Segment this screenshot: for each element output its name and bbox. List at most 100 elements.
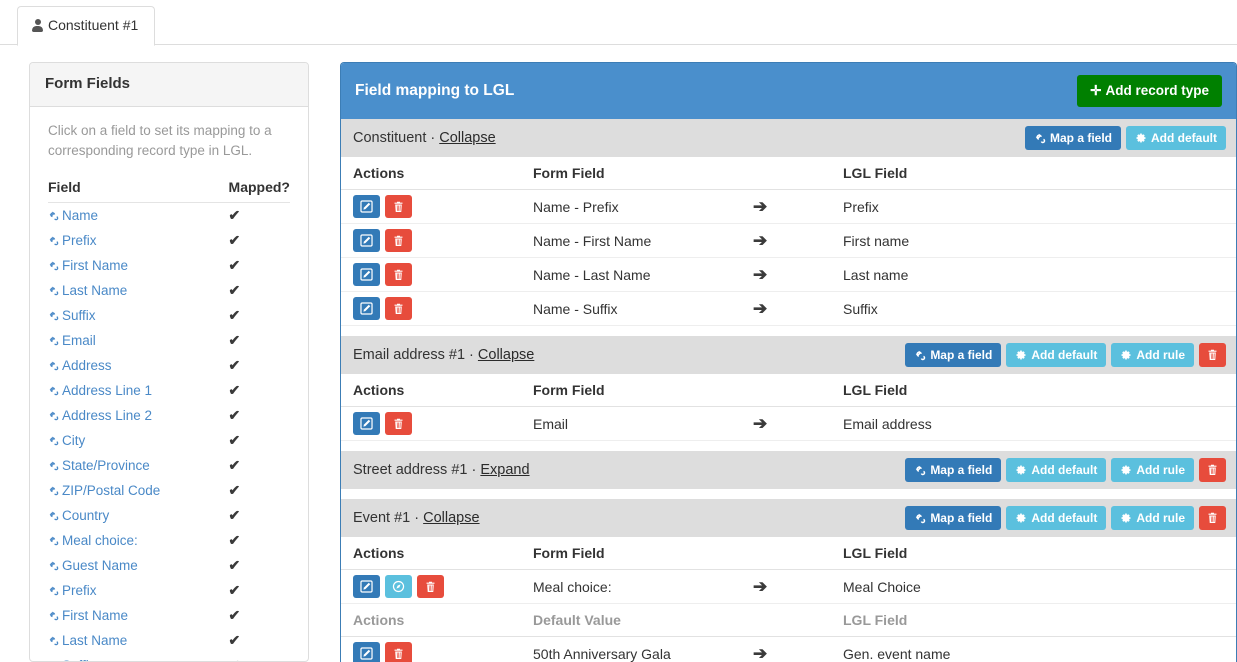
section-header: Constituent · CollapseMap a fieldAdd def… <box>341 119 1236 157</box>
delete-mapping-button[interactable] <box>385 195 412 218</box>
form-field-link[interactable]: Meal choice: <box>48 533 138 548</box>
add-rule-button[interactable]: Add rule <box>1111 458 1194 482</box>
section-toggle-link[interactable]: Collapse <box>478 347 534 363</box>
edit-mapping-button[interactable] <box>353 412 380 435</box>
map-a-field-button[interactable]: Map a field <box>905 506 1001 530</box>
form-field-link[interactable]: Prefix <box>48 233 97 248</box>
edit-mapping-button[interactable] <box>353 297 380 320</box>
form-field-value: Name - Last Name <box>521 258 741 292</box>
row-action-buttons <box>353 297 521 320</box>
add-default-button-label: Add default <box>1031 349 1097 361</box>
arrow-cell: ➔ <box>741 637 831 662</box>
section-toggle-link[interactable]: Collapse <box>423 510 479 526</box>
arrow-cell: ➔ <box>741 570 831 604</box>
table-row: Name - First Name➔First name <box>341 224 1236 258</box>
mapped-cell: ✔ <box>225 478 290 503</box>
form-field-cell: First Name <box>48 603 225 628</box>
map-a-field-button[interactable]: Map a field <box>905 458 1001 482</box>
edit-mapping-button[interactable] <box>353 229 380 252</box>
section-header: Email address #1 · CollapseMap a fieldAd… <box>341 336 1236 374</box>
form-field-row: First Name✔ <box>48 253 290 278</box>
chain-icon <box>48 560 59 573</box>
form-field-link[interactable]: Name <box>48 208 98 223</box>
chain-icon <box>48 360 59 373</box>
mapping-table-header-row: ActionsForm FieldLGL Field <box>341 374 1236 407</box>
form-field-cell: Suffix <box>48 303 225 328</box>
delete-mapping-button[interactable] <box>385 642 412 662</box>
column-header-field: Field <box>48 179 225 203</box>
map-a-field-icon <box>914 512 926 524</box>
edit-mapping-button[interactable] <box>353 575 380 598</box>
delete-section-button[interactable] <box>1199 343 1226 367</box>
add-default-button[interactable]: Add default <box>1126 126 1226 150</box>
form-field-link[interactable]: Suffix <box>48 308 96 323</box>
check-icon: ✔ <box>229 657 241 662</box>
section-toggle-link[interactable]: Expand <box>480 462 529 478</box>
delete-section-button[interactable] <box>1199 506 1226 530</box>
form-fields-table: Field Mapped? Name✔Prefix✔First Name✔Las… <box>48 179 290 662</box>
check-icon: ✔ <box>229 282 241 298</box>
edit-mapping-button[interactable] <box>353 195 380 218</box>
delete-mapping-button[interactable] <box>385 263 412 286</box>
form-field-link[interactable]: Email <box>48 333 96 348</box>
add-default-button[interactable]: Add default <box>1006 506 1106 530</box>
row-actions-cell <box>341 292 521 326</box>
mapped-cell: ✔ <box>225 403 290 428</box>
column-header-mapped: Mapped? <box>225 179 290 203</box>
edit-mapping-button[interactable] <box>353 263 380 286</box>
delete-mapping-button[interactable] <box>417 575 444 598</box>
mapped-cell: ✔ <box>225 653 290 662</box>
form-field-row: Country✔ <box>48 503 290 528</box>
add-rule-button[interactable]: Add rule <box>1111 343 1194 367</box>
form-field-link[interactable]: Country <box>48 508 109 523</box>
form-field-row: Prefix✔ <box>48 228 290 253</box>
row-action-buttons <box>353 195 521 218</box>
form-field-link[interactable]: Address <box>48 358 112 373</box>
section-toggle-link[interactable]: Collapse <box>439 130 495 146</box>
map-a-field-button-label: Map a field <box>930 512 992 524</box>
form-field-link[interactable]: Last Name <box>48 633 127 648</box>
map-a-field-button[interactable]: Map a field <box>1025 126 1121 150</box>
form-field-link[interactable]: First Name <box>48 258 128 273</box>
add-rule-button[interactable]: Add rule <box>1111 506 1194 530</box>
edit-mapping-button[interactable] <box>353 642 380 662</box>
form-field-link[interactable]: First Name <box>48 608 128 623</box>
section-separator: · <box>410 510 423 526</box>
form-field-cell: Prefix <box>48 228 225 253</box>
form-field-row: Last Name✔ <box>48 628 290 653</box>
mapped-cell: ✔ <box>225 578 290 603</box>
form-field-link[interactable]: Address Line 2 <box>48 408 152 423</box>
delete-mapping-button[interactable] <box>385 229 412 252</box>
form-field-link[interactable]: Suffix <box>48 658 96 662</box>
add-record-type-button[interactable]: ✛Add record type <box>1077 75 1222 107</box>
map-a-field-button[interactable]: Map a field <box>905 343 1001 367</box>
check-icon: ✔ <box>229 382 241 398</box>
form-field-label: Suffix <box>62 658 96 662</box>
delete-section-button[interactable] <box>1199 458 1226 482</box>
form-field-label: State/Province <box>62 458 150 473</box>
rule-mapping-button[interactable] <box>385 575 412 598</box>
chain-icon <box>48 260 59 273</box>
delete-mapping-button[interactable] <box>385 412 412 435</box>
form-field-link[interactable]: ZIP/Postal Code <box>48 483 160 498</box>
tab-constituent-1[interactable]: Constituent #1 <box>17 6 155 46</box>
add-default-button[interactable]: Add default <box>1006 458 1106 482</box>
delete-mapping-button[interactable] <box>385 297 412 320</box>
section-spacer <box>341 326 1236 336</box>
add-default-button[interactable]: Add default <box>1006 343 1106 367</box>
form-fields-hint: Click on a field to set its mapping to a… <box>48 121 290 161</box>
form-field-row: Last Name ✔ <box>48 278 290 303</box>
form-field-link[interactable]: Last Name <box>48 283 127 298</box>
map-a-field-icon <box>914 349 926 361</box>
form-field-link[interactable]: State/Province <box>48 458 150 473</box>
form-field-link[interactable]: Address Line 1 <box>48 383 152 398</box>
form-field-value: Meal choice: <box>521 570 741 604</box>
form-field-link[interactable]: Guest Name <box>48 558 138 573</box>
section-actions: Map a field Add default Add rule <box>905 506 1226 530</box>
form-field-link[interactable]: City <box>48 433 85 448</box>
add-rule-button-label: Add rule <box>1136 512 1185 524</box>
add-default-button-label: Add default <box>1031 512 1097 524</box>
mapping-section: Constituent · CollapseMap a fieldAdd def… <box>341 119 1236 326</box>
form-field-link[interactable]: Prefix <box>48 583 97 598</box>
column-header-lgl-field: LGL Field <box>831 157 1236 190</box>
